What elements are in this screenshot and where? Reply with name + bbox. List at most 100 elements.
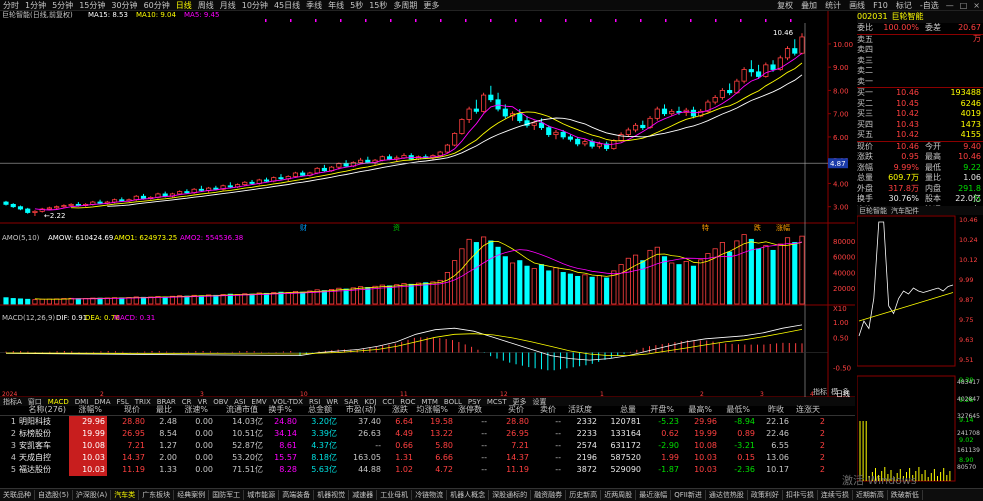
minute-chart-svg[interactable]: 巨轮智能 汽车配件 10.46 10.24 10.12 9.99 9.87 9.75 9.63 9… [856,206,983,488]
amo-bar[interactable] [575,275,581,305]
sector-tab[interactable]: 汽车类 [111,490,140,500]
candle-body[interactable] [198,188,204,191]
amo-bar[interactable] [799,235,805,305]
candle-body[interactable] [242,181,248,186]
amo-bar[interactable] [538,264,545,305]
candle-body[interactable] [596,143,602,147]
amo-bar[interactable] [632,254,639,305]
amo-bar[interactable] [263,292,270,305]
table-header-cell[interactable]: 市盈(动) [332,404,376,415]
period-tab[interactable]: 日线 [173,0,195,11]
candle-body[interactable] [263,179,270,182]
candle-body[interactable] [68,203,74,206]
amo-bar[interactable] [792,242,798,305]
amo-bar[interactable] [734,240,740,305]
amo-bar[interactable] [690,265,697,305]
amo-bar[interactable] [444,272,450,305]
table-row[interactable]: 1 明阳科技 29.96 28.80 2.48 0.00 14.03亿 24.80 3.20亿 3… [0,416,855,428]
candle-body[interactable] [575,138,581,145]
sector-tab[interactable]: 连续亏损 [818,490,853,500]
candle-body[interactable] [502,108,508,117]
candle-body[interactable] [748,69,754,73]
sector-tab[interactable]: 冷链物流 [412,490,448,500]
candle-body[interactable] [488,94,494,101]
sector-tab[interactable]: 最近涨幅 [636,490,672,500]
candle-body[interactable] [792,48,798,54]
amo-bar[interactable] [423,282,429,305]
candle-body[interactable] [784,48,791,59]
candle-body[interactable] [184,191,190,194]
candle-body[interactable] [669,110,675,115]
table-row[interactable]: 4 天成自控 10.03 14.37 2.00 0.00 53.20亿 15.57 8.18亿 1… [0,452,855,464]
period-tab[interactable]: 分时 [0,0,22,11]
amo-bar[interactable] [321,290,327,305]
candle-body[interactable] [343,163,349,167]
period-tab[interactable]: 季线 [303,0,325,11]
period-tab[interactable]: 年线 [325,0,347,11]
sector-tab[interactable]: 城市能源 [244,490,280,500]
candle-body[interactable] [799,36,805,54]
candle-body[interactable] [661,108,668,115]
amo-bar[interactable] [39,298,45,305]
candle-body[interactable] [654,108,660,119]
amo-bar[interactable] [365,287,371,305]
amo-bar[interactable] [408,283,414,305]
kline-chart-svg[interactable]: 巨轮智能(日线,前复权) MA15: 8.53 MA10: 9.04 MA5: 9.4… [0,10,855,398]
amo-bar[interactable] [756,248,762,305]
amo-bar[interactable] [727,251,733,305]
candle-body[interactable] [3,201,9,205]
table-header-cell[interactable]: 流通市值 [208,404,258,415]
amo-bar[interactable] [502,256,508,305]
event-marker[interactable]: 特 [702,223,709,232]
candle-body[interactable] [32,210,38,213]
amo-bar[interactable] [3,297,9,305]
amo-bar[interactable] [249,293,255,305]
table-header-cell[interactable]: 最低% [712,404,750,415]
toolbar-item[interactable]: 叠加 [797,0,821,11]
amo-bar[interactable] [517,260,523,305]
candle-body[interactable] [466,108,472,120]
table-header-cell[interactable]: 最高% [674,404,712,415]
amo-bar[interactable] [618,264,624,305]
amo-bar[interactable] [488,240,494,305]
table-row[interactable]: 5 福达股份 10.03 11.19 1.33 0.00 71.51亿 8.28 5.63亿 44… [0,464,855,476]
amo-bar[interactable] [777,243,783,305]
sector-tab[interactable]: 通达信热股 [706,490,748,500]
amo-bar[interactable] [596,275,602,305]
candle-body[interactable] [473,108,479,112]
candle-body[interactable] [321,167,327,172]
minimize-icon[interactable]: — [943,1,957,10]
sector-tab[interactable]: QFII新进 [671,490,706,500]
sector-tab[interactable]: 国防军工 [209,490,245,500]
table-header-cell[interactable]: 涨幅% [66,404,102,415]
amo-bar[interactable] [676,264,682,305]
candle-body[interactable] [459,119,465,134]
amo-bar[interactable] [184,295,190,305]
candle-body[interactable] [213,187,219,190]
candle-body[interactable] [481,94,487,112]
sector-tab[interactable]: 近两周股 [601,490,637,500]
candle-body[interactable] [546,127,552,136]
table-row[interactable]: 2 标榜股份 19.99 26.95 8.54 0.00 10.51亿 34.14 3.39亿 2… [0,428,855,440]
candle-body[interactable] [567,136,574,140]
candle-body[interactable] [249,181,255,184]
candle-body[interactable] [17,206,24,210]
event-marker[interactable]: 涨幅 [776,223,790,232]
toolbar-item[interactable]: -自选 [916,0,943,11]
sector-tab[interactable]: 扣非亏损 [783,490,818,500]
amo-bar[interactable] [452,260,458,305]
table-header-cell[interactable]: 开盘% [636,404,674,415]
amo-bar[interactable] [784,237,791,305]
candle-body[interactable] [560,131,566,138]
candle-body[interactable] [358,159,364,163]
table-header-cell[interactable]: 涨速% [172,404,208,415]
period-tab[interactable]: 月线 [217,0,239,11]
candle-body[interactable] [640,124,646,129]
candle-body[interactable] [538,122,545,129]
candle-body[interactable] [444,144,450,153]
toolbar-item[interactable]: 复权 [773,0,797,11]
candle-body[interactable] [517,113,523,122]
period-tab[interactable]: 1分钟 [22,0,49,11]
sector-tab[interactable]: 机器视觉 [314,490,350,500]
candle-body[interactable] [770,64,776,70]
